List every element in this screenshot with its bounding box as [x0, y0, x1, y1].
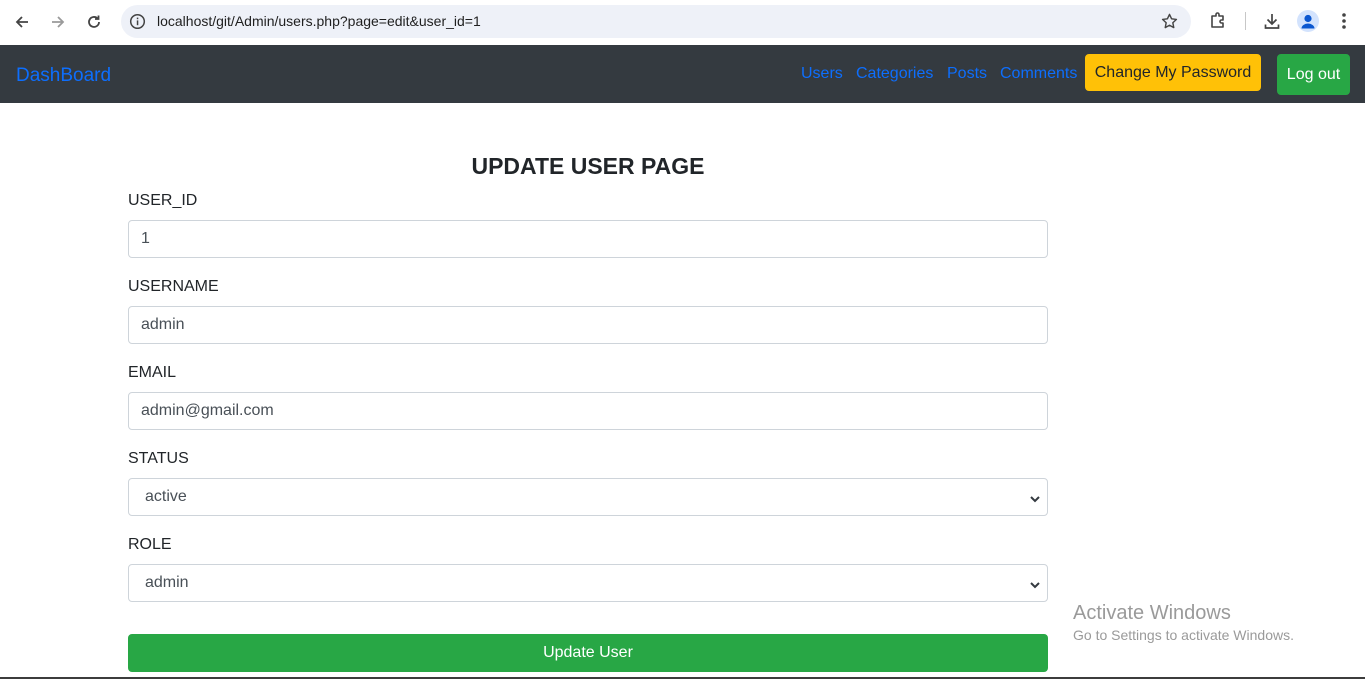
role-selected-value: admin	[145, 574, 189, 591]
download-icon[interactable]	[1261, 10, 1283, 32]
email-label: EMAIL	[128, 364, 177, 381]
brand-link[interactable]: DashBoard	[16, 65, 111, 87]
chevron-down-icon	[1029, 492, 1041, 504]
toolbar-divider	[1245, 12, 1246, 30]
info-icon[interactable]	[129, 13, 146, 30]
top-navbar: DashBoard Users Categories Posts Comment…	[0, 45, 1365, 103]
logout-button[interactable]: Log out	[1277, 54, 1350, 95]
activate-windows-title: Activate Windows	[1073, 602, 1231, 624]
role-label: ROLE	[128, 536, 172, 553]
forward-icon[interactable]	[44, 8, 72, 36]
status-select[interactable]: active	[128, 478, 1048, 516]
status-selected-value: active	[145, 488, 187, 505]
user-id-label: USER_ID	[128, 192, 198, 209]
browser-toolbar: localhost/git/Admin/users.php?page=edit&…	[0, 0, 1365, 45]
address-bar[interactable]: localhost/git/Admin/users.php?page=edit&…	[121, 5, 1191, 38]
role-select[interactable]: admin	[128, 564, 1048, 602]
back-icon[interactable]	[8, 8, 36, 36]
status-label: STATUS	[128, 450, 189, 467]
menu-icon[interactable]	[1333, 10, 1355, 32]
change-password-button[interactable]: Change My Password	[1085, 54, 1261, 91]
url-text: localhost/git/Admin/users.php?page=edit&…	[157, 13, 481, 29]
chevron-down-icon	[1029, 578, 1041, 590]
email-field[interactable]	[128, 392, 1048, 430]
user-id-field[interactable]	[128, 220, 1048, 258]
nav-link-users[interactable]: Users	[801, 65, 843, 83]
username-label: USERNAME	[128, 278, 219, 295]
page-title: UPDATE USER PAGE	[471, 153, 705, 179]
extensions-icon[interactable]	[1207, 10, 1229, 32]
activate-windows-subtitle: Go to Settings to activate Windows.	[1073, 627, 1294, 643]
star-icon[interactable]	[1160, 12, 1179, 31]
nav-link-categories[interactable]: Categories	[856, 65, 933, 83]
profile-icon[interactable]	[1297, 10, 1319, 32]
update-user-button[interactable]: Update User	[128, 634, 1048, 672]
nav-link-posts[interactable]: Posts	[947, 65, 987, 83]
username-field[interactable]	[128, 306, 1048, 344]
nav-link-comments[interactable]: Comments	[1000, 65, 1077, 83]
reload-icon[interactable]	[80, 8, 108, 36]
